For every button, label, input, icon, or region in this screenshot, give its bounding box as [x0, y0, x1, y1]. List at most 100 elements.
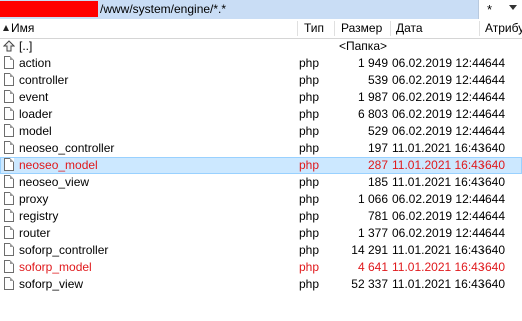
file-icon [4, 124, 14, 137]
file-type: php [299, 277, 320, 291]
column-header-size[interactable]: Размер [341, 19, 382, 38]
file-type: php [299, 141, 320, 155]
file-name: soforp_model [19, 260, 92, 274]
file-attributes: -644 [481, 226, 506, 240]
file-date: 11.01.2021 16:43 [392, 141, 485, 155]
file-type: php [299, 107, 320, 121]
redacted-path-prefix [0, 1, 98, 17]
file-type: php [299, 56, 320, 70]
sort-ascending-icon [3, 25, 9, 31]
file-size: 287 [367, 158, 388, 172]
file-icon [4, 175, 14, 188]
file-attributes: -640 [481, 277, 506, 291]
parent-directory-size: <Папка> [339, 39, 387, 53]
file-icon [4, 209, 14, 222]
file-date: 11.01.2021 16:43 [392, 175, 485, 189]
file-type: php [299, 124, 320, 138]
parent-directory-name: [..] [19, 39, 33, 53]
file-date: 06.02.2019 12:44 [392, 90, 486, 104]
file-size: 185 [367, 175, 388, 189]
file-row[interactable]: event php 1 987 06.02.2019 12:44 -644 [0, 89, 522, 106]
file-date: 06.02.2019 12:44 [392, 73, 486, 87]
file-row[interactable]: soforp_view php 52 337 11.01.2021 16:43 -640 [0, 276, 522, 293]
file-attributes: -644 [481, 192, 506, 206]
file-row[interactable]: neoseo_controller php 197 11.01.2021 16:43-… [0, 140, 522, 157]
file-row[interactable]: router php 1 377 06.02.2019 12:44 -644 [0, 225, 522, 242]
file-type: php [299, 192, 320, 206]
file-icon [4, 73, 14, 86]
path-bar[interactable]: /www/system/engine/*.* * [0, 0, 522, 20]
file-size: 781 [367, 209, 388, 223]
file-row[interactable]: neoseo_view php 185 11.01.2021 16:43 -640 [0, 174, 522, 191]
current-path: /www/system/engine/*.* [100, 2, 227, 16]
file-attributes: -640 [481, 175, 506, 189]
file-filter-dropdown[interactable]: * [478, 0, 522, 19]
file-icon [4, 192, 14, 205]
file-size: 6 803 [357, 107, 388, 121]
file-attributes: -644 [481, 209, 506, 223]
file-filter-value: * [487, 2, 493, 17]
file-row[interactable]: model php 529 06.02.2019 12:44 -644 [0, 123, 522, 140]
file-size: 52 337 [351, 277, 388, 291]
file-attributes: -644 [481, 107, 506, 121]
file-type: php [299, 260, 320, 274]
file-name: proxy [19, 192, 49, 206]
file-name: registry [19, 209, 59, 223]
column-header-attributes[interactable]: Атрибу [485, 19, 522, 38]
file-date: 11.01.2021 16:43 [392, 277, 485, 291]
file-attributes: -640 [481, 243, 506, 257]
file-row[interactable]: soforp_model php 4 641 11.01.2021 16:43 -640 [0, 259, 522, 276]
file-row[interactable]: neoseo_model php 287 11.01.2021 16:43 -640 [0, 157, 522, 174]
column-divider[interactable] [334, 21, 335, 36]
file-row[interactable]: loader php 6 803 06.02.2019 12:44 -644 [0, 106, 522, 123]
parent-directory-row[interactable]: [..] <Папка> [0, 38, 522, 55]
dropdown-arrow-icon[interactable] [509, 5, 517, 10]
file-size: 1 987 [357, 90, 388, 104]
file-name: event [19, 90, 49, 104]
file-icon [4, 277, 14, 290]
file-type: php [299, 226, 320, 240]
file-date: 06.02.2019 12:44 [392, 209, 486, 223]
file-size: 14 291 [351, 243, 388, 257]
column-header-name-label: Имя [11, 21, 35, 35]
file-row[interactable]: proxy php 1 066 06.02.2019 12:44 -644 [0, 191, 522, 208]
file-row[interactable]: registry php 781 06.02.2019 12:44 -644 [0, 208, 522, 225]
file-list: [..] <Папка> action php 1 949 06.02.2019 12… [0, 38, 522, 293]
file-name: action [19, 56, 52, 70]
column-divider[interactable] [479, 21, 480, 36]
file-size: 4 641 [357, 260, 388, 274]
file-size: 1 377 [357, 226, 388, 240]
file-date: 11.01.2021 16:43 [392, 260, 485, 274]
file-type: php [299, 175, 320, 189]
file-type: php [299, 209, 320, 223]
file-type: php [299, 73, 320, 87]
file-name: model [19, 124, 52, 138]
file-icon [4, 90, 14, 103]
file-size: 539 [367, 73, 388, 87]
file-attributes: -640 [481, 260, 506, 274]
column-header-date[interactable]: Дата [396, 19, 423, 38]
file-row[interactable]: action php 1 949 06.02.2019 12:44 -644 [0, 55, 522, 72]
file-date: 06.02.2019 12:44 [392, 124, 486, 138]
column-divider[interactable] [297, 21, 298, 36]
file-date: 11.01.2021 16:43 [392, 158, 485, 172]
file-attributes: -640 [481, 141, 506, 155]
file-row[interactable]: controller php 539 06.02.2019 12:44 -644 [0, 72, 522, 89]
file-attributes: -644 [481, 124, 506, 138]
file-icon [4, 141, 14, 154]
file-row[interactable]: soforp_controller php 14 291 11.01.2021 16:… [0, 242, 522, 259]
column-header-name[interactable]: Имя [3, 19, 34, 38]
column-header-type[interactable]: Тип [304, 19, 324, 38]
column-divider[interactable] [390, 21, 391, 36]
file-date: 06.02.2019 12:44 [392, 56, 486, 70]
file-name: controller [19, 73, 69, 87]
file-date: 11.01.2021 16:43 [392, 243, 485, 257]
file-icon [4, 260, 14, 273]
file-name: loader [19, 107, 53, 121]
file-name: neoseo_model [19, 158, 98, 172]
file-type: php [299, 158, 320, 172]
file-name: soforp_controller [19, 243, 109, 257]
file-attributes: -644 [481, 73, 506, 87]
file-type: php [299, 90, 320, 104]
file-size: 529 [367, 124, 388, 138]
